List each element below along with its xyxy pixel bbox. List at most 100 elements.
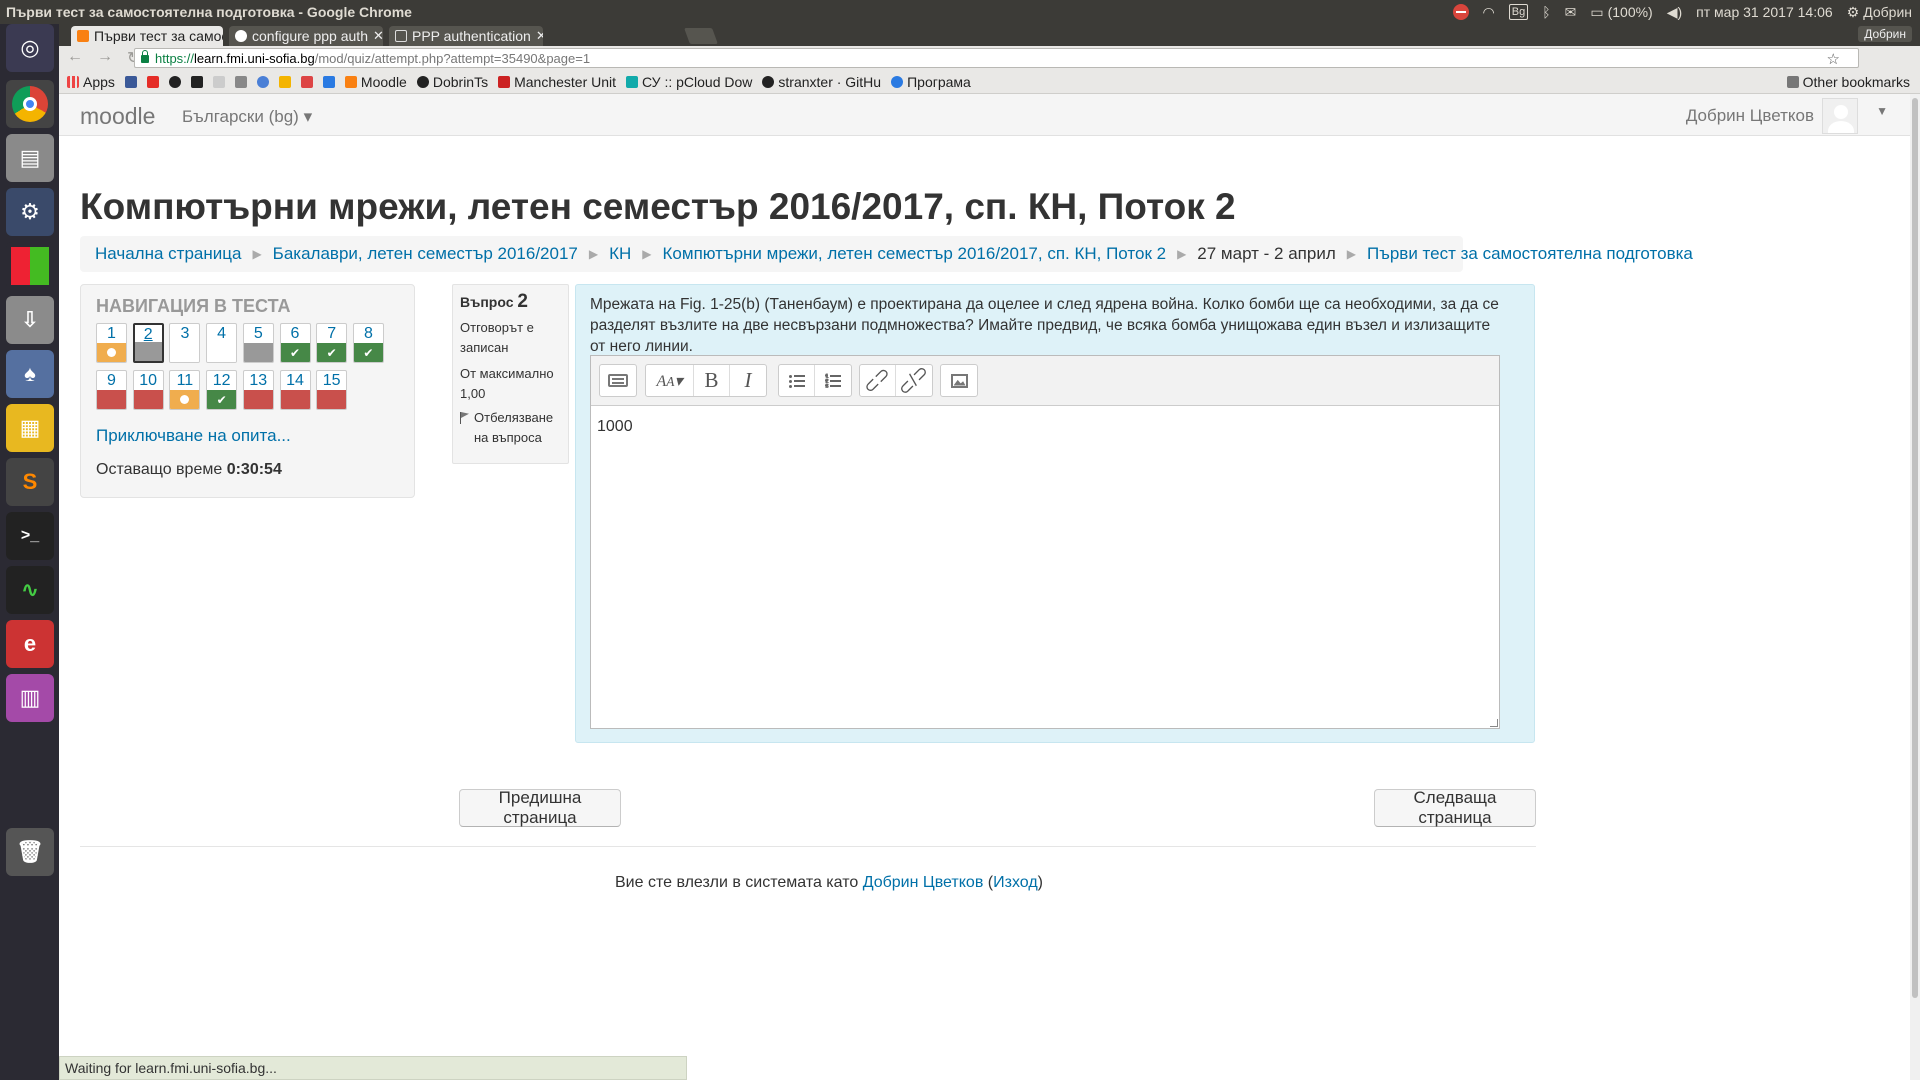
quiz-nav-button[interactable]: 2: [132, 323, 164, 363]
quiz-nav-button[interactable]: 3: [169, 323, 201, 363]
profile-link[interactable]: Добрин Цветков: [863, 874, 984, 891]
bookmark-programa[interactable]: Програма: [891, 74, 971, 90]
resize-handle-icon[interactable]: [1490, 719, 1498, 727]
bookmark-star-icon[interactable]: ☆: [1827, 50, 1840, 68]
quiz-nav-button[interactable]: 5: [242, 323, 274, 363]
caret-down-icon[interactable]: ▼: [1876, 104, 1888, 118]
chrome-icon[interactable]: [6, 80, 54, 128]
breadcrumb-category[interactable]: Бакалаври, летен семестър 2016/2017: [273, 244, 578, 264]
tab-ppp-auth[interactable]: PPP authentication ✕: [389, 26, 543, 46]
session-menu[interactable]: ⚙ Добрин: [1847, 4, 1912, 21]
quiz-nav-number: 8: [363, 325, 373, 342]
link-button[interactable]: ⊂⊃: [859, 362, 896, 398]
app-icon[interactable]: ▦: [6, 404, 54, 452]
other-bookmarks[interactable]: Other bookmarks: [1786, 74, 1910, 90]
settings-icon[interactable]: ⚙: [6, 188, 54, 236]
files-icon[interactable]: ▤: [6, 134, 54, 182]
profile-button[interactable]: Добрин: [1858, 26, 1912, 42]
bookmark-globe-icon[interactable]: [256, 75, 269, 88]
unlink-button[interactable]: ⊂/⊃: [894, 361, 933, 400]
wifi-icon[interactable]: ◠: [1483, 4, 1495, 21]
language-menu[interactable]: Български (bg) ▾: [182, 107, 312, 127]
bluetooth-icon[interactable]: ᛒ: [1542, 4, 1550, 20]
scrollbar-thumb[interactable]: [1912, 98, 1918, 998]
sublime-text-icon[interactable]: S: [6, 458, 54, 506]
mail-icon[interactable]: ✉: [1565, 4, 1577, 21]
quiz-nav-number: 12: [212, 372, 231, 389]
previous-page-button[interactable]: Предишна страница: [459, 788, 621, 827]
quiz-nav-button[interactable]: 15: [316, 370, 348, 410]
ordered-list-button[interactable]: 123: [815, 365, 851, 396]
tab-quiz[interactable]: Първи тест за самос ✕: [71, 26, 223, 46]
forward-icon[interactable]: →: [97, 48, 113, 68]
quiz-nav-button[interactable]: 8 ✔: [352, 323, 384, 363]
page-scrollbar[interactable]: [1910, 94, 1920, 1080]
breadcrumb-quiz[interactable]: Първи тест за самостоятелна подготовка: [1367, 244, 1693, 264]
quiz-nav-button[interactable]: 6 ✔: [279, 323, 311, 363]
keyboard-layout-indicator[interactable]: Bg: [1508, 4, 1529, 20]
bookmark-facebook-icon[interactable]: [124, 75, 137, 88]
battery-indicator[interactable]: ▭ (100%): [1590, 4, 1652, 21]
bookmark-feed-icon[interactable]: [190, 75, 203, 88]
solitaire-icon[interactable]: ♠: [6, 350, 54, 398]
system-monitor-icon[interactable]: ∿: [6, 566, 54, 614]
italic-button[interactable]: I: [730, 365, 766, 396]
quiz-nav-button[interactable]: 7 ✔: [316, 323, 348, 363]
ubuntu-dash-icon[interactable]: ◎: [6, 24, 54, 72]
quiz-nav-button[interactable]: 10: [132, 370, 164, 410]
bookmark-manchester[interactable]: Manchester Unit: [498, 74, 616, 90]
office-icon[interactable]: [6, 242, 54, 290]
quiz-nav-button[interactable]: 4: [206, 323, 238, 363]
time-remaining-label: Оставащо време: [96, 461, 223, 478]
paragraph-style-button[interactable]: AA▾: [646, 365, 694, 396]
workspace-switcher-icon[interactable]: ▥: [6, 674, 54, 722]
flag-question-toggle[interactable]: Отбелязване на въпроса: [460, 408, 561, 448]
breadcrumb-home[interactable]: Начална страница: [95, 244, 241, 264]
logout-link[interactable]: Изход: [993, 874, 1038, 891]
bookmark-pcloud[interactable]: СУ :: pCloud Dow: [626, 74, 752, 90]
address-bar[interactable]: https://learn.fmi.uni-sofia.bg/mod/quiz/…: [134, 48, 1859, 68]
finish-attempt-link[interactable]: Приключване на опита...: [96, 426, 291, 446]
bookmark-moodle[interactable]: Moodle: [344, 74, 407, 90]
bookmark-steam-icon[interactable]: [168, 75, 181, 88]
breadcrumb-subcategory[interactable]: КН: [609, 244, 631, 264]
bookmark-calendar-icon[interactable]: [234, 75, 247, 88]
quiz-nav-button[interactable]: 11: [169, 370, 201, 410]
bookmark-dobrints[interactable]: DobrinTs: [416, 74, 488, 90]
bookmark-keep-icon[interactable]: [278, 75, 291, 88]
bold-button[interactable]: B: [694, 365, 730, 396]
quiz-nav-button[interactable]: 13: [242, 370, 274, 410]
answer-editor[interactable]: AA▾ B I 123 ⊂⊃ ⊂/⊃ 1000: [590, 355, 1500, 729]
user-menu[interactable]: Добрин Цветков: [1686, 98, 1858, 134]
quiz-nav-button[interactable]: 9: [96, 370, 127, 410]
bookmark-z-icon[interactable]: [322, 75, 335, 88]
quiz-nav-button[interactable]: 1: [96, 323, 127, 363]
quiz-nav-button[interactable]: 14: [279, 370, 311, 410]
next-page-button[interactable]: Следваща страница: [1374, 788, 1536, 827]
moodle-brand[interactable]: moodle: [80, 103, 155, 130]
close-icon[interactable]: ✕: [536, 28, 543, 44]
quiz-nav-button[interactable]: 12 ✔: [206, 370, 238, 410]
show-more-buttons-button[interactable]: [600, 365, 636, 396]
bookmark-mail-icon[interactable]: [300, 75, 313, 88]
new-tab-button[interactable]: [684, 28, 718, 44]
bookmark-stranxter[interactable]: stranxter · GitHu: [762, 74, 881, 90]
volume-icon[interactable]: ◀): [1667, 4, 1682, 21]
back-icon[interactable]: ←: [67, 48, 83, 68]
tab-google-search[interactable]: configure ppp auth ✕: [229, 26, 383, 46]
lock-icon[interactable]: [141, 50, 149, 63]
bookmark-apps[interactable]: Apps: [67, 74, 115, 90]
bookmark-youtube-icon[interactable]: [146, 75, 159, 88]
insert-image-button[interactable]: [941, 365, 977, 396]
breadcrumb-course[interactable]: Компютърни мрежи, летен семестър 2016/20…: [663, 244, 1167, 264]
close-icon[interactable]: ✕: [373, 28, 383, 44]
stop-icon[interactable]: [1452, 4, 1469, 20]
terminal-icon[interactable]: >_: [6, 512, 54, 560]
trash-icon[interactable]: 🗑: [6, 828, 54, 876]
clock[interactable]: пт мар 31 2017 14:06: [1696, 4, 1833, 20]
bookmark-gmail-icon[interactable]: [212, 75, 225, 88]
answer-text[interactable]: 1000: [597, 418, 633, 436]
emacs-icon[interactable]: e: [6, 620, 54, 668]
unordered-list-button[interactable]: [779, 365, 815, 396]
installer-icon[interactable]: ⇩: [6, 296, 54, 344]
